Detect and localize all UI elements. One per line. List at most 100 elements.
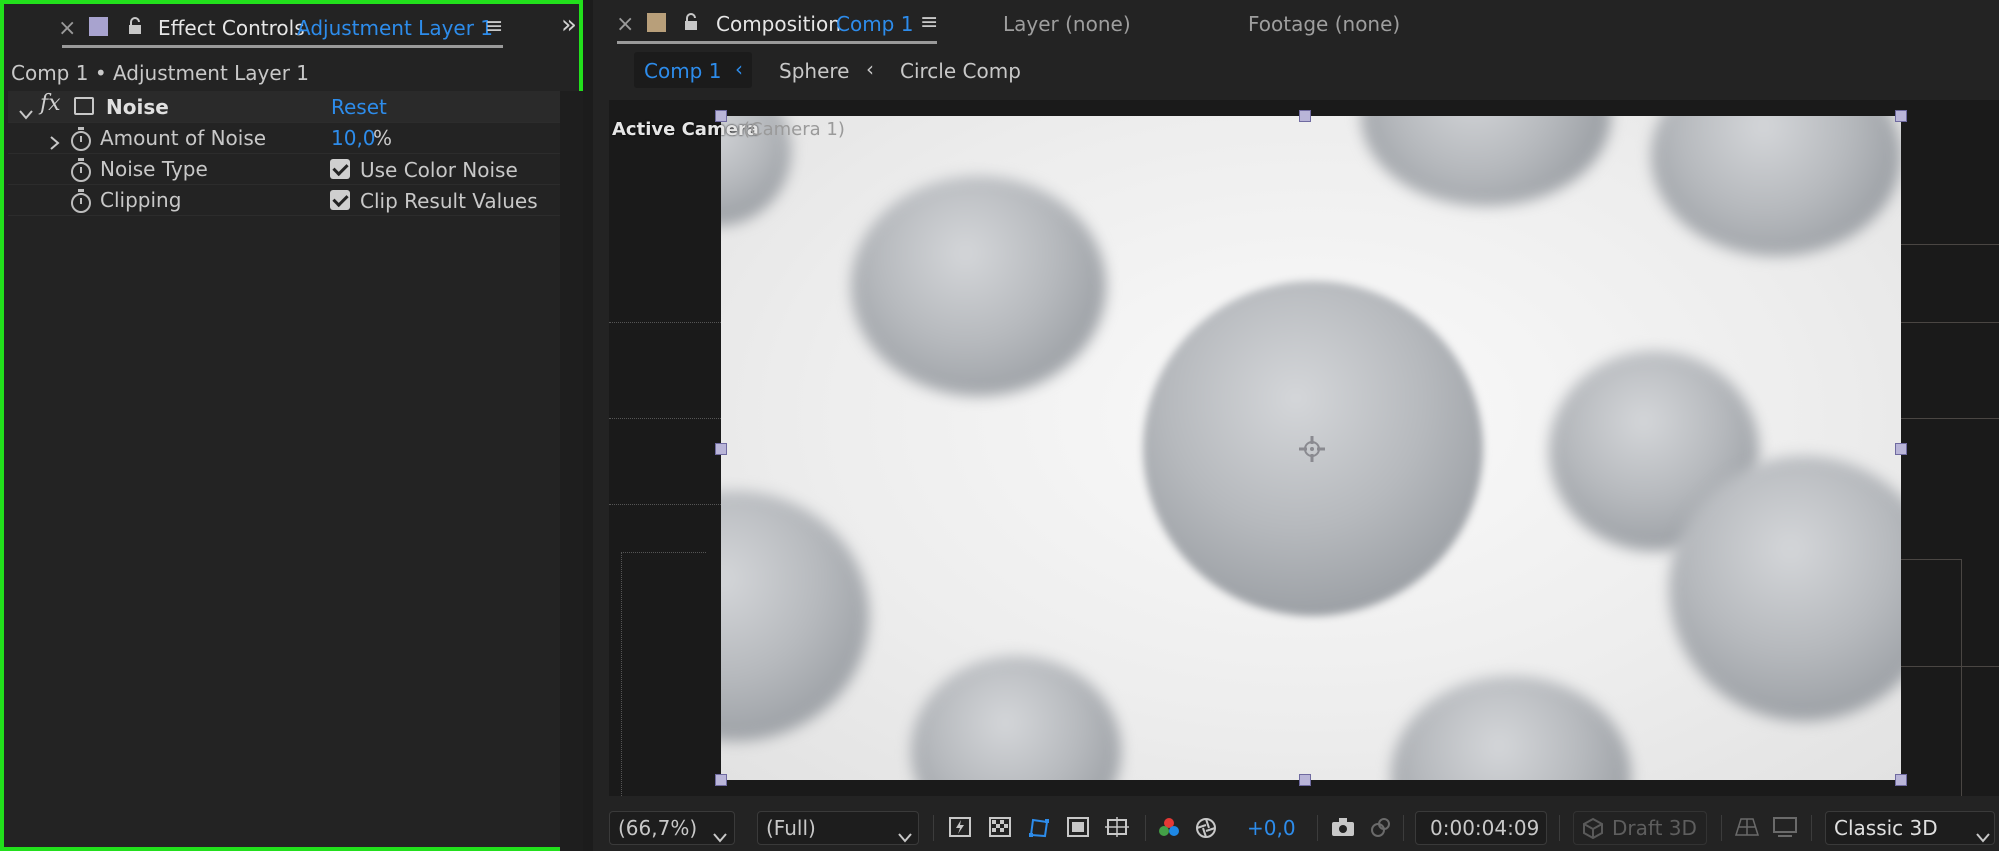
chevron-down-icon — [713, 824, 727, 848]
divider — [933, 815, 934, 841]
exposure-value[interactable]: +0,0 — [1247, 816, 1296, 840]
fx-toggle-icon[interactable]: fx — [40, 91, 61, 116]
effect-controls-tab-header: × Effect Controls Adjustment Layer 1 ≡ » — [4, 4, 579, 54]
composition-panel: × Composition Comp 1 ≡ Layer (none) Foot… — [593, 0, 1999, 851]
divider — [1811, 815, 1812, 841]
sphere — [721, 491, 869, 741]
reset-link[interactable]: Reset — [331, 95, 387, 119]
layer-handle[interactable] — [715, 443, 727, 455]
guide-line — [1901, 559, 1962, 796]
draft-3d-button[interactable]: Draft 3D — [1573, 811, 1707, 845]
breadcrumb-sphere[interactable]: Sphere — [779, 59, 849, 83]
layer-name: Adjustment Layer 1 — [297, 16, 494, 40]
chevron-down-icon — [1976, 824, 1990, 848]
magnification-dropdown[interactable]: (66,7%) — [609, 811, 735, 845]
sphere — [911, 656, 1121, 780]
amount-of-noise-unit: % — [373, 126, 393, 150]
layer-handle[interactable] — [1895, 774, 1907, 786]
property-name: Noise Type — [100, 157, 208, 181]
layer-handle[interactable] — [1299, 110, 1311, 122]
magnification-value: (66,7%) — [618, 816, 698, 840]
layer-handle[interactable] — [1895, 110, 1907, 122]
renderer-dropdown[interactable]: Classic 3D — [1825, 811, 1995, 845]
checkbox-label: Use Color Noise — [360, 158, 518, 182]
layer-handle[interactable] — [1895, 443, 1907, 455]
guide-line — [609, 418, 721, 419]
property-row-clipping: Clipping Clip Result Values — [8, 184, 560, 216]
breadcrumb: Comp 1 • Adjustment Layer 1 — [11, 61, 309, 85]
stopwatch-icon[interactable] — [71, 127, 91, 151]
stopwatch-icon[interactable] — [71, 189, 91, 213]
anchor-point-icon[interactable] — [1297, 434, 1327, 464]
sphere — [851, 176, 1106, 396]
timecode-value: 0:00:04:09 — [1430, 816, 1540, 840]
property-row-amount-of-noise: Amount of Noise 10,0 % — [8, 122, 560, 154]
lock-icon[interactable] — [684, 12, 698, 30]
stopwatch-icon[interactable] — [71, 158, 91, 182]
camera-name-label: (Camera 1) — [743, 119, 845, 140]
label-color-swatch[interactable] — [647, 13, 666, 32]
sphere — [1361, 116, 1611, 206]
reset-exposure-icon[interactable] — [1195, 817, 1217, 838]
show-snapshot-icon[interactable] — [1369, 817, 1391, 837]
tab-footage[interactable]: Footage (none) — [1248, 12, 1400, 36]
resolution-dropdown[interactable]: (Full) — [757, 811, 919, 845]
divider — [1721, 815, 1722, 841]
divider — [1145, 815, 1146, 841]
region-of-interest-icon[interactable] — [1067, 817, 1089, 837]
panel-title: Effect Controls — [158, 16, 305, 40]
channel-icon[interactable] — [1157, 817, 1179, 837]
label-color-swatch[interactable] — [89, 17, 108, 36]
mask-path-visibility-icon[interactable] — [1027, 817, 1049, 838]
title-safe-guide — [621, 552, 706, 796]
layer-handle[interactable] — [715, 774, 727, 786]
sphere — [1651, 116, 1901, 256]
scrollbar[interactable] — [560, 91, 583, 851]
tab-layer[interactable]: Layer (none) — [1003, 12, 1131, 36]
extended-viewer-icon[interactable] — [1773, 817, 1797, 837]
cube-icon — [1582, 817, 1604, 844]
grid-guides-icon[interactable] — [1105, 817, 1129, 837]
guide-line — [1901, 244, 1999, 245]
3d-ground-plane-icon[interactable] — [1734, 817, 1760, 837]
effect-controls-panel: × Effect Controls Adjustment Layer 1 ≡ »… — [0, 0, 583, 851]
comp-name: Comp 1 — [836, 12, 914, 36]
panel-menu-icon[interactable]: ≡ — [920, 10, 938, 35]
composition-viewer[interactable]: Active Camera (Camera 1) — [609, 100, 1999, 796]
collapse-icon[interactable]: » — [561, 10, 577, 40]
close-icon[interactable]: × — [616, 12, 634, 37]
effect-preset-icon — [74, 97, 94, 115]
composition-tab-title[interactable]: Composition — [716, 12, 841, 36]
effect-row-noise[interactable]: fx Noise Reset — [8, 91, 560, 123]
current-time-display[interactable]: 0:00:04:09 — [1415, 811, 1547, 845]
snapshot-camera-icon[interactable] — [1331, 817, 1354, 837]
guide-line — [1901, 418, 1999, 419]
layer-handle[interactable] — [715, 110, 727, 122]
lock-icon[interactable] — [128, 16, 142, 34]
viewer-footer: (66,7%) (Full) +0,0 0:00:04:09 Draft 3D — [593, 805, 1999, 851]
panel-menu-icon[interactable]: ≡ — [485, 14, 503, 39]
layer-handle[interactable] — [1299, 774, 1311, 786]
draft-3d-label: Draft 3D — [1612, 816, 1697, 840]
active-tab-underline — [62, 45, 503, 48]
guide-line — [1901, 666, 1999, 667]
active-tab-underline — [617, 41, 937, 44]
use-color-noise-checkbox[interactable] — [330, 159, 350, 179]
effect-name: Noise — [106, 95, 169, 119]
guide-line — [1901, 322, 1999, 323]
breadcrumb-comp-1[interactable]: Comp 1 ‹ — [634, 52, 752, 88]
breadcrumb-circle-comp[interactable]: Circle Comp — [900, 59, 1021, 83]
amount-of-noise-value[interactable]: 10,0 — [331, 126, 376, 150]
composition-canvas[interactable] — [721, 116, 1901, 780]
close-icon[interactable]: × — [58, 16, 76, 41]
resolution-value: (Full) — [766, 816, 816, 840]
checkbox-label: Clip Result Values — [360, 189, 538, 213]
chevron-right-icon[interactable] — [50, 131, 60, 155]
breadcrumb-label: Comp 1 — [644, 59, 722, 83]
active-camera-label: Active Camera — [612, 119, 759, 140]
sphere — [1391, 676, 1631, 780]
fast-previews-icon[interactable] — [949, 817, 971, 837]
clip-result-values-checkbox[interactable] — [330, 190, 350, 210]
divider — [1317, 815, 1318, 841]
transparency-grid-icon[interactable] — [989, 817, 1011, 837]
